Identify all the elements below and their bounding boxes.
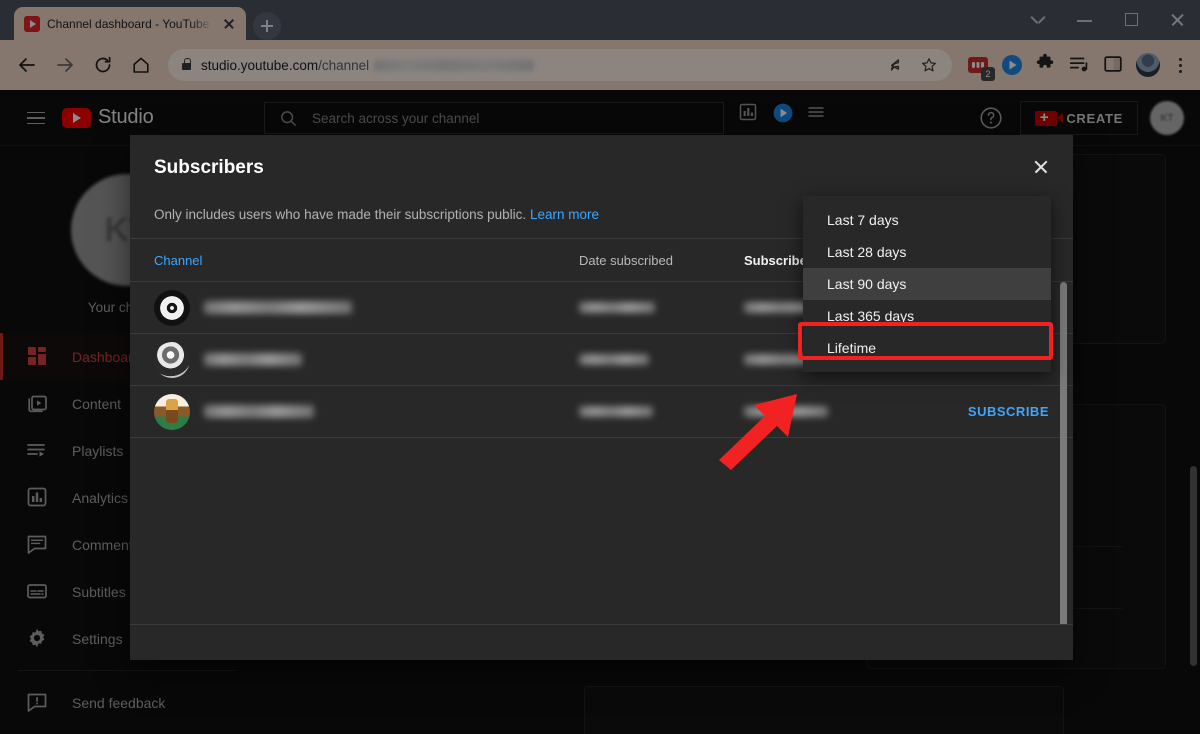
page-title: Subscribers bbox=[154, 157, 264, 178]
dialog-scrollbar[interactable] bbox=[1060, 282, 1067, 624]
yin-yang-avatar bbox=[154, 289, 190, 326]
channel-name-redacted bbox=[204, 353, 302, 366]
column-header-channel[interactable]: Channel bbox=[154, 253, 579, 268]
dropdown-item-last-7-days[interactable]: Last 7 days bbox=[803, 204, 1051, 236]
grayscale-avatar bbox=[154, 341, 190, 378]
channel-name-redacted bbox=[204, 301, 352, 314]
subscribe-button[interactable]: SUBSCRIBE bbox=[968, 404, 1049, 419]
date-subscribed-redacted bbox=[579, 354, 649, 365]
screen: Channel dashboard - YouTube St studio.yo… bbox=[0, 0, 1200, 734]
column-header-date-subscribed[interactable]: Date subscribed bbox=[579, 253, 744, 268]
dropdown-item-lifetime[interactable]: Lifetime bbox=[803, 332, 1051, 364]
dropdown-item-last-90-days[interactable]: Last 90 days bbox=[803, 268, 1051, 300]
dialog-header: Subscribers bbox=[130, 135, 1073, 179]
date-range-dropdown: Last 7 days Last 28 days Last 90 days La… bbox=[803, 196, 1051, 372]
channel-name-redacted bbox=[204, 405, 314, 418]
dialog-subtitle-text: Only includes users who have made their … bbox=[154, 207, 527, 222]
date-subscribed-redacted bbox=[579, 406, 653, 417]
dropdown-item-last-28-days[interactable]: Last 28 days bbox=[803, 236, 1051, 268]
dropdown-item-last-365-days[interactable]: Last 365 days bbox=[803, 300, 1051, 332]
dialog-footer bbox=[130, 624, 1073, 660]
color-avatar bbox=[154, 393, 190, 430]
table-row[interactable]: SUBSCRIBE bbox=[130, 386, 1073, 438]
close-icon[interactable] bbox=[1023, 149, 1059, 185]
learn-more-link[interactable]: Learn more bbox=[530, 207, 599, 222]
subscriber-count-redacted bbox=[744, 406, 828, 417]
date-subscribed-redacted bbox=[579, 302, 655, 313]
